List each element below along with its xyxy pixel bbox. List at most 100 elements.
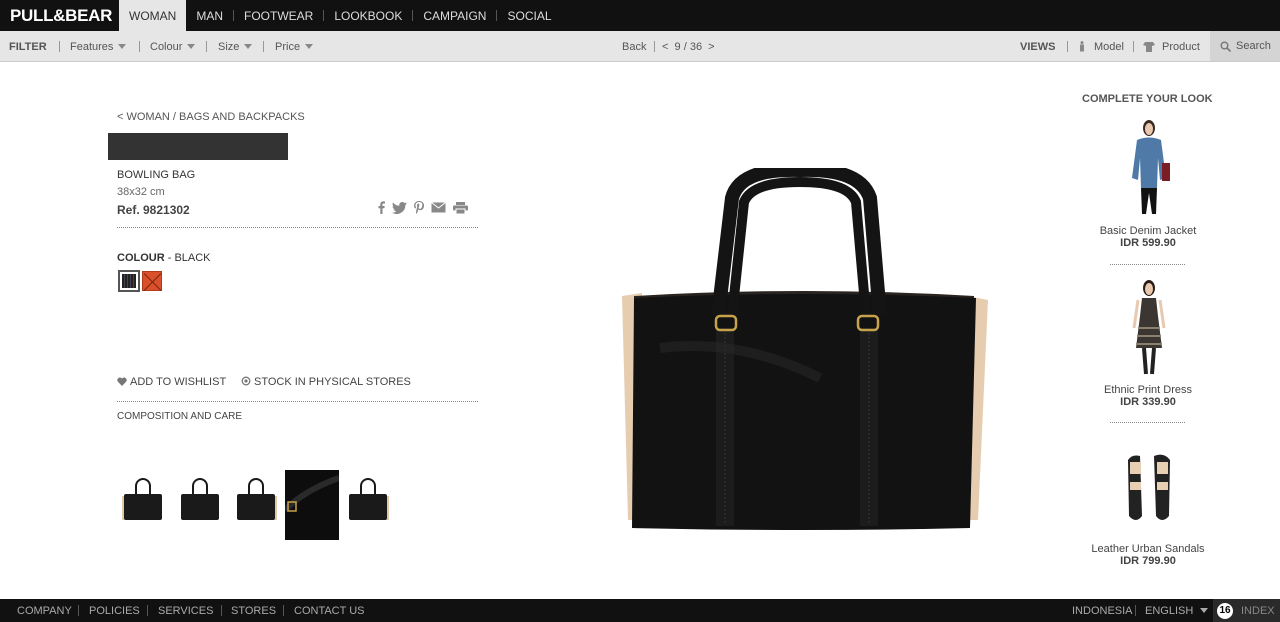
divider — [117, 401, 478, 402]
index-label: INDEX — [1241, 604, 1275, 617]
model-icon — [1080, 41, 1084, 52]
pager[interactable]: < 9 / 36 > — [662, 31, 715, 62]
filter-features-label: Features — [70, 40, 114, 53]
filter-divider — [139, 41, 140, 52]
rec-item-price: IDR 339.90 — [1120, 396, 1176, 408]
colour-value: - BLACK — [164, 252, 211, 264]
twitter-icon[interactable] — [392, 201, 407, 214]
thumbnail-active[interactable] — [285, 470, 339, 540]
stock-label: STOCK IN PHYSICAL STORES — [254, 376, 411, 388]
product-name: BOWLING BAG — [117, 169, 196, 181]
views-divider — [1067, 41, 1068, 52]
thumbnail[interactable] — [229, 470, 283, 540]
bag-thumbnail-image — [177, 478, 223, 520]
divider — [1110, 422, 1185, 423]
email-icon[interactable] — [431, 202, 446, 213]
pager-divider — [654, 41, 655, 52]
filter-price[interactable]: Price — [275, 31, 314, 62]
search-label: Search — [1236, 40, 1271, 52]
views-label: VIEWS — [1020, 40, 1056, 53]
country-selector[interactable]: INDONESIA — [1072, 599, 1133, 622]
facebook-icon[interactable] — [378, 201, 385, 214]
footer-divider — [283, 605, 284, 616]
print-icon[interactable] — [453, 201, 468, 214]
bag-detail-image — [285, 470, 339, 540]
footer-contact[interactable]: CONTACT US — [294, 599, 365, 622]
footer-divider — [1135, 605, 1136, 616]
composition-and-care-link[interactable]: COMPOSITION AND CARE — [117, 411, 242, 422]
divider — [117, 227, 478, 228]
rec-item-name[interactable]: Leather Urban Sandals — [1068, 543, 1228, 555]
ethnic-dress-image[interactable] — [1124, 278, 1174, 376]
bag-handle — [135, 478, 151, 494]
search-button[interactable]: Search — [1210, 31, 1280, 61]
pinterest-icon[interactable] — [414, 201, 424, 214]
sandals-image[interactable] — [1124, 446, 1174, 534]
filter-colour[interactable]: Colour — [150, 31, 196, 62]
filter-size[interactable]: Size — [218, 31, 253, 62]
chevron-down-icon — [305, 44, 314, 49]
footer-policies[interactable]: POLICIES — [89, 599, 140, 622]
footer-divider — [147, 605, 148, 616]
top-nav: PULL&BEAR WOMAN MAN FOOTWEAR LOOKBOOK CA… — [0, 0, 1280, 31]
filter-size-label: Size — [218, 40, 240, 53]
footer: COMPANY POLICIES SERVICES STORES CONTACT… — [0, 599, 1280, 622]
stock-in-stores-link[interactable]: STOCK IN PHYSICAL STORES — [241, 376, 411, 388]
heart-icon — [117, 377, 127, 386]
breadcrumb[interactable]: < WOMAN / BAGS AND BACKPACKS — [117, 111, 305, 123]
thumbnail[interactable] — [341, 470, 395, 540]
index-count-badge: 16 — [1217, 602, 1233, 619]
bag-thumbnail-image — [345, 478, 391, 520]
language-label: ENGLISH — [1145, 604, 1194, 617]
thumbnail[interactable] — [173, 470, 227, 540]
nav-woman[interactable]: WOMAN — [119, 0, 187, 31]
bag-handle — [360, 478, 376, 494]
footer-services[interactable]: SERVICES — [158, 599, 213, 622]
footer-company[interactable]: COMPANY — [17, 599, 72, 622]
swatch-black[interactable] — [118, 270, 140, 292]
nav-campaign[interactable]: CAMPAIGN — [413, 0, 496, 31]
index-button[interactable]: 16 INDEX — [1213, 599, 1280, 622]
view-product-button[interactable]: Product — [1143, 31, 1200, 62]
location-icon — [241, 376, 251, 386]
filter-price-label: Price — [275, 40, 301, 53]
language-selector[interactable]: ENGLISH — [1145, 599, 1209, 622]
nav-man[interactable]: MAN — [186, 0, 233, 31]
filter-colour-label: Colour — [150, 40, 183, 53]
thumbnail[interactable] — [116, 470, 170, 540]
product-size: 38x32 cm — [117, 186, 165, 198]
swatch-orange[interactable] — [142, 271, 162, 291]
filter-divider — [59, 41, 60, 52]
rec-item-name[interactable]: Basic Denim Jacket — [1068, 225, 1228, 237]
bag-body — [237, 494, 275, 520]
share-icons — [378, 201, 468, 214]
bag-body — [632, 294, 976, 530]
footer-stores[interactable]: STORES — [231, 599, 276, 622]
view-model-button[interactable]: Model — [1078, 31, 1124, 62]
nav-footwear[interactable]: FOOTWEAR — [234, 0, 323, 31]
rec-item-name[interactable]: Ethnic Print Dress — [1068, 384, 1228, 396]
brand-logo[interactable]: PULL&BEAR — [0, 0, 119, 31]
colour-heading: COLOUR — [117, 252, 165, 264]
add-to-wishlist-link[interactable]: ADD TO WISHLIST — [117, 376, 226, 388]
complete-your-look-title: COMPLETE YOUR LOOK — [1082, 93, 1213, 105]
bag-body — [124, 494, 162, 520]
product-banner — [108, 133, 288, 160]
bag-body — [181, 494, 219, 520]
footer-divider — [221, 605, 222, 616]
nav-social[interactable]: SOCIAL — [497, 0, 561, 31]
product-ref: Ref. 9821302 — [117, 203, 190, 217]
nav-lookbook[interactable]: LOOKBOOK — [324, 0, 412, 31]
denim-jacket-image[interactable] — [1124, 118, 1174, 216]
view-model-label: Model — [1094, 40, 1124, 53]
footer-divider — [78, 605, 79, 616]
back-link[interactable]: Back — [622, 31, 646, 62]
filter-divider — [263, 41, 264, 52]
chevron-down-icon — [244, 44, 253, 49]
rec-item-price: IDR 799.90 — [1120, 555, 1176, 567]
filter-features[interactable]: Features — [70, 31, 127, 62]
product-main-image[interactable] — [620, 168, 990, 534]
product-icon — [1143, 42, 1155, 52]
bag-handle — [192, 478, 208, 494]
chevron-down-icon — [118, 44, 127, 49]
